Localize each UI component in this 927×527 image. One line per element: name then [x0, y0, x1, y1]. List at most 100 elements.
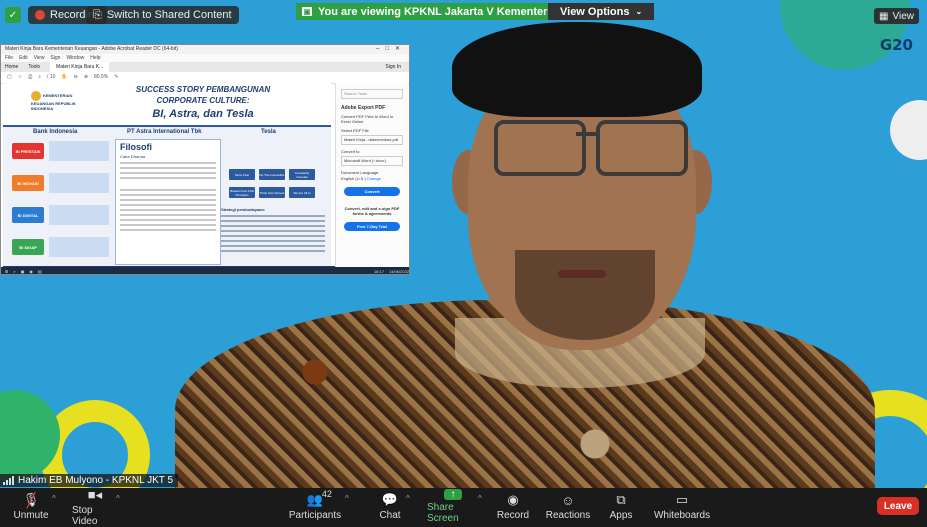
slide-title-line2: CORPORATE CULTURE:: [156, 96, 250, 105]
speaker-glasses: [494, 120, 586, 176]
chat-icon: 💬: [381, 492, 399, 507]
convert-button[interactable]: Convert: [344, 187, 400, 196]
zoom-out-icon[interactable]: ⊖: [74, 72, 78, 83]
menu-item[interactable]: Sign: [50, 54, 60, 62]
menu-item[interactable]: View: [34, 54, 45, 62]
text-line: [221, 235, 325, 237]
bi-description: [49, 237, 109, 257]
reactions-button[interactable]: ☺ Reactions: [546, 490, 590, 523]
zoom-in-icon[interactable]: ⊕: [84, 72, 88, 83]
share-chevron-icon[interactable]: ^: [478, 494, 482, 503]
slide-body: Bank Indonesia PT Astra International Tb…: [3, 127, 331, 266]
meeting-toolbar: 🎙 ╱ Unmute ^ ■◂ Stop Video ^ 👥 42 Particip…: [0, 486, 927, 527]
menu-item[interactable]: Help: [90, 54, 100, 62]
change-language-link[interactable]: Change: [367, 176, 381, 181]
slide-page: KEMENTERIAN KEUANGAN REPUBLIK INDONESIA …: [3, 83, 331, 266]
text-line: [120, 204, 216, 206]
column-bi-heading: Bank Indonesia: [33, 129, 78, 135]
speaker-mouth: [558, 270, 606, 278]
text-line: [120, 177, 216, 179]
switch-to-shared-content-button[interactable]: ⎘ Switch to Shared Content: [86, 6, 239, 24]
view-options-button[interactable]: View Options ⌄: [548, 3, 655, 20]
view-options-label: View Options: [560, 5, 630, 18]
participants-button[interactable]: 👥 42 Participants: [289, 489, 341, 523]
microphone-muted-icon: 🎙 ╱: [22, 491, 40, 508]
filosofi-box: Filosofi Catur Dharma: [115, 139, 221, 265]
stop-video-button[interactable]: ■◂ Stop Video: [72, 486, 118, 527]
tab-document[interactable]: Materi Kinja Baru K...: [50, 62, 110, 72]
print-icon[interactable]: ⎙: [28, 72, 32, 83]
tesla-strategy-heading: Strategi pembudayaan:: [221, 207, 266, 212]
tesla-value: Do The Impossible: [259, 169, 285, 180]
text-line: [120, 209, 216, 211]
chevron-down-icon: ⌄: [635, 7, 643, 16]
sign-in-link[interactable]: Sign In: [385, 62, 401, 72]
star-icon[interactable]: ☆: [18, 72, 22, 83]
window-controls: –□✕: [376, 46, 406, 52]
comment-icon[interactable]: ✎: [114, 72, 118, 83]
bi-item: BI INOVASI: [12, 175, 44, 191]
record-button[interactable]: ◉ Record: [496, 490, 530, 523]
menu-item[interactable]: Edit: [19, 54, 28, 62]
participant-name-tag: Hakim EB Mulyono - KPKNL JKT 5: [0, 474, 179, 487]
share-screen-button[interactable]: ↑ Share Screen: [427, 489, 479, 524]
video-camera-icon: ■◂: [87, 486, 103, 502]
bi-description: [49, 173, 109, 193]
tab-tools[interactable]: Tools: [28, 62, 40, 72]
whiteboards-button[interactable]: ▭ Whiteboards: [653, 490, 711, 523]
tab-home[interactable]: Home: [5, 62, 18, 72]
text-line: [221, 245, 325, 247]
tools-search-input[interactable]: Search Tools: [341, 89, 403, 99]
reactions-icon: ☺: [561, 492, 575, 508]
chat-chevron-icon[interactable]: ^: [406, 494, 410, 503]
leave-button[interactable]: Leave: [877, 497, 919, 515]
security-shield-icon[interactable]: ✓: [5, 7, 21, 23]
audio-options-chevron-icon[interactable]: ^: [52, 494, 56, 503]
tesla-value: Constantly Innovate: [289, 169, 315, 180]
bi-item: BI DIGITAL: [12, 207, 44, 223]
menu-item[interactable]: File: [5, 54, 13, 62]
acrobat-titlebar: Materi Kinja Baru Kementerian Keuangan -…: [1, 45, 409, 54]
whiteboards-label: Whiteboards: [653, 510, 711, 521]
chat-button[interactable]: 💬 Chat: [378, 490, 402, 523]
taskbar-app-icon[interactable]: ▣: [21, 269, 25, 274]
column-astra-heading: PT Astra International Tbk: [127, 129, 202, 135]
text-line: [120, 214, 216, 216]
unmute-button[interactable]: 🎙 ╱ Unmute: [12, 490, 50, 523]
view-button[interactable]: ▦ View: [874, 8, 919, 24]
taskbar-search-icon[interactable]: ⌕: [13, 269, 15, 274]
format-select[interactable]: Microsoft Word (*.docx): [341, 156, 403, 166]
text-line: [221, 220, 325, 222]
bi-item: BI PRESTASI: [12, 143, 44, 159]
taskbar-app-icon[interactable]: ▤: [38, 269, 42, 274]
filosofi-subtitle: Catur Dharma: [120, 154, 146, 159]
video-options-chevron-icon[interactable]: ^: [116, 494, 120, 503]
text-line: [120, 194, 216, 196]
text-line: [221, 240, 325, 242]
text-line: [221, 225, 325, 227]
save-icon[interactable]: ▢: [7, 72, 12, 83]
text-line: [120, 189, 216, 191]
text-line: [221, 250, 325, 252]
free-trial-button[interactable]: Free 7-Day Trial: [344, 222, 400, 231]
record-label: Record: [496, 510, 530, 521]
search-icon[interactable]: ⌕: [38, 72, 41, 83]
taskbar-app-icon[interactable]: ◉: [29, 269, 33, 274]
text-line: [120, 219, 216, 221]
zoom-level[interactable]: 80.5%: [94, 72, 108, 83]
doc-language-label: Document Language:: [341, 170, 380, 175]
participants-icon: 👥 42: [306, 489, 332, 507]
bg-circle: [890, 100, 927, 160]
share-screen-label: Share Screen: [427, 502, 459, 524]
file-select[interactable]: Materi Kinja...dakemenkeu.pdf: [341, 135, 403, 145]
tesla-strategy: Strategi pembudayaan:: [221, 207, 325, 255]
bi-description: [49, 205, 109, 225]
participants-chevron-icon[interactable]: ^: [345, 494, 349, 503]
windows-start-icon[interactable]: ⊞: [5, 269, 8, 274]
menu-item[interactable]: Window: [66, 54, 84, 62]
apps-button[interactable]: ⧉ Apps: [609, 490, 633, 523]
slide-title-line3: BI, Astra, dan Tesla: [152, 108, 254, 120]
acrobat-tools-pane: Search Tools Adobe Export PDF Convert PD…: [335, 83, 408, 269]
hand-icon[interactable]: ✋: [61, 72, 67, 83]
export-pdf-title: Adobe Export PDF: [341, 105, 386, 111]
